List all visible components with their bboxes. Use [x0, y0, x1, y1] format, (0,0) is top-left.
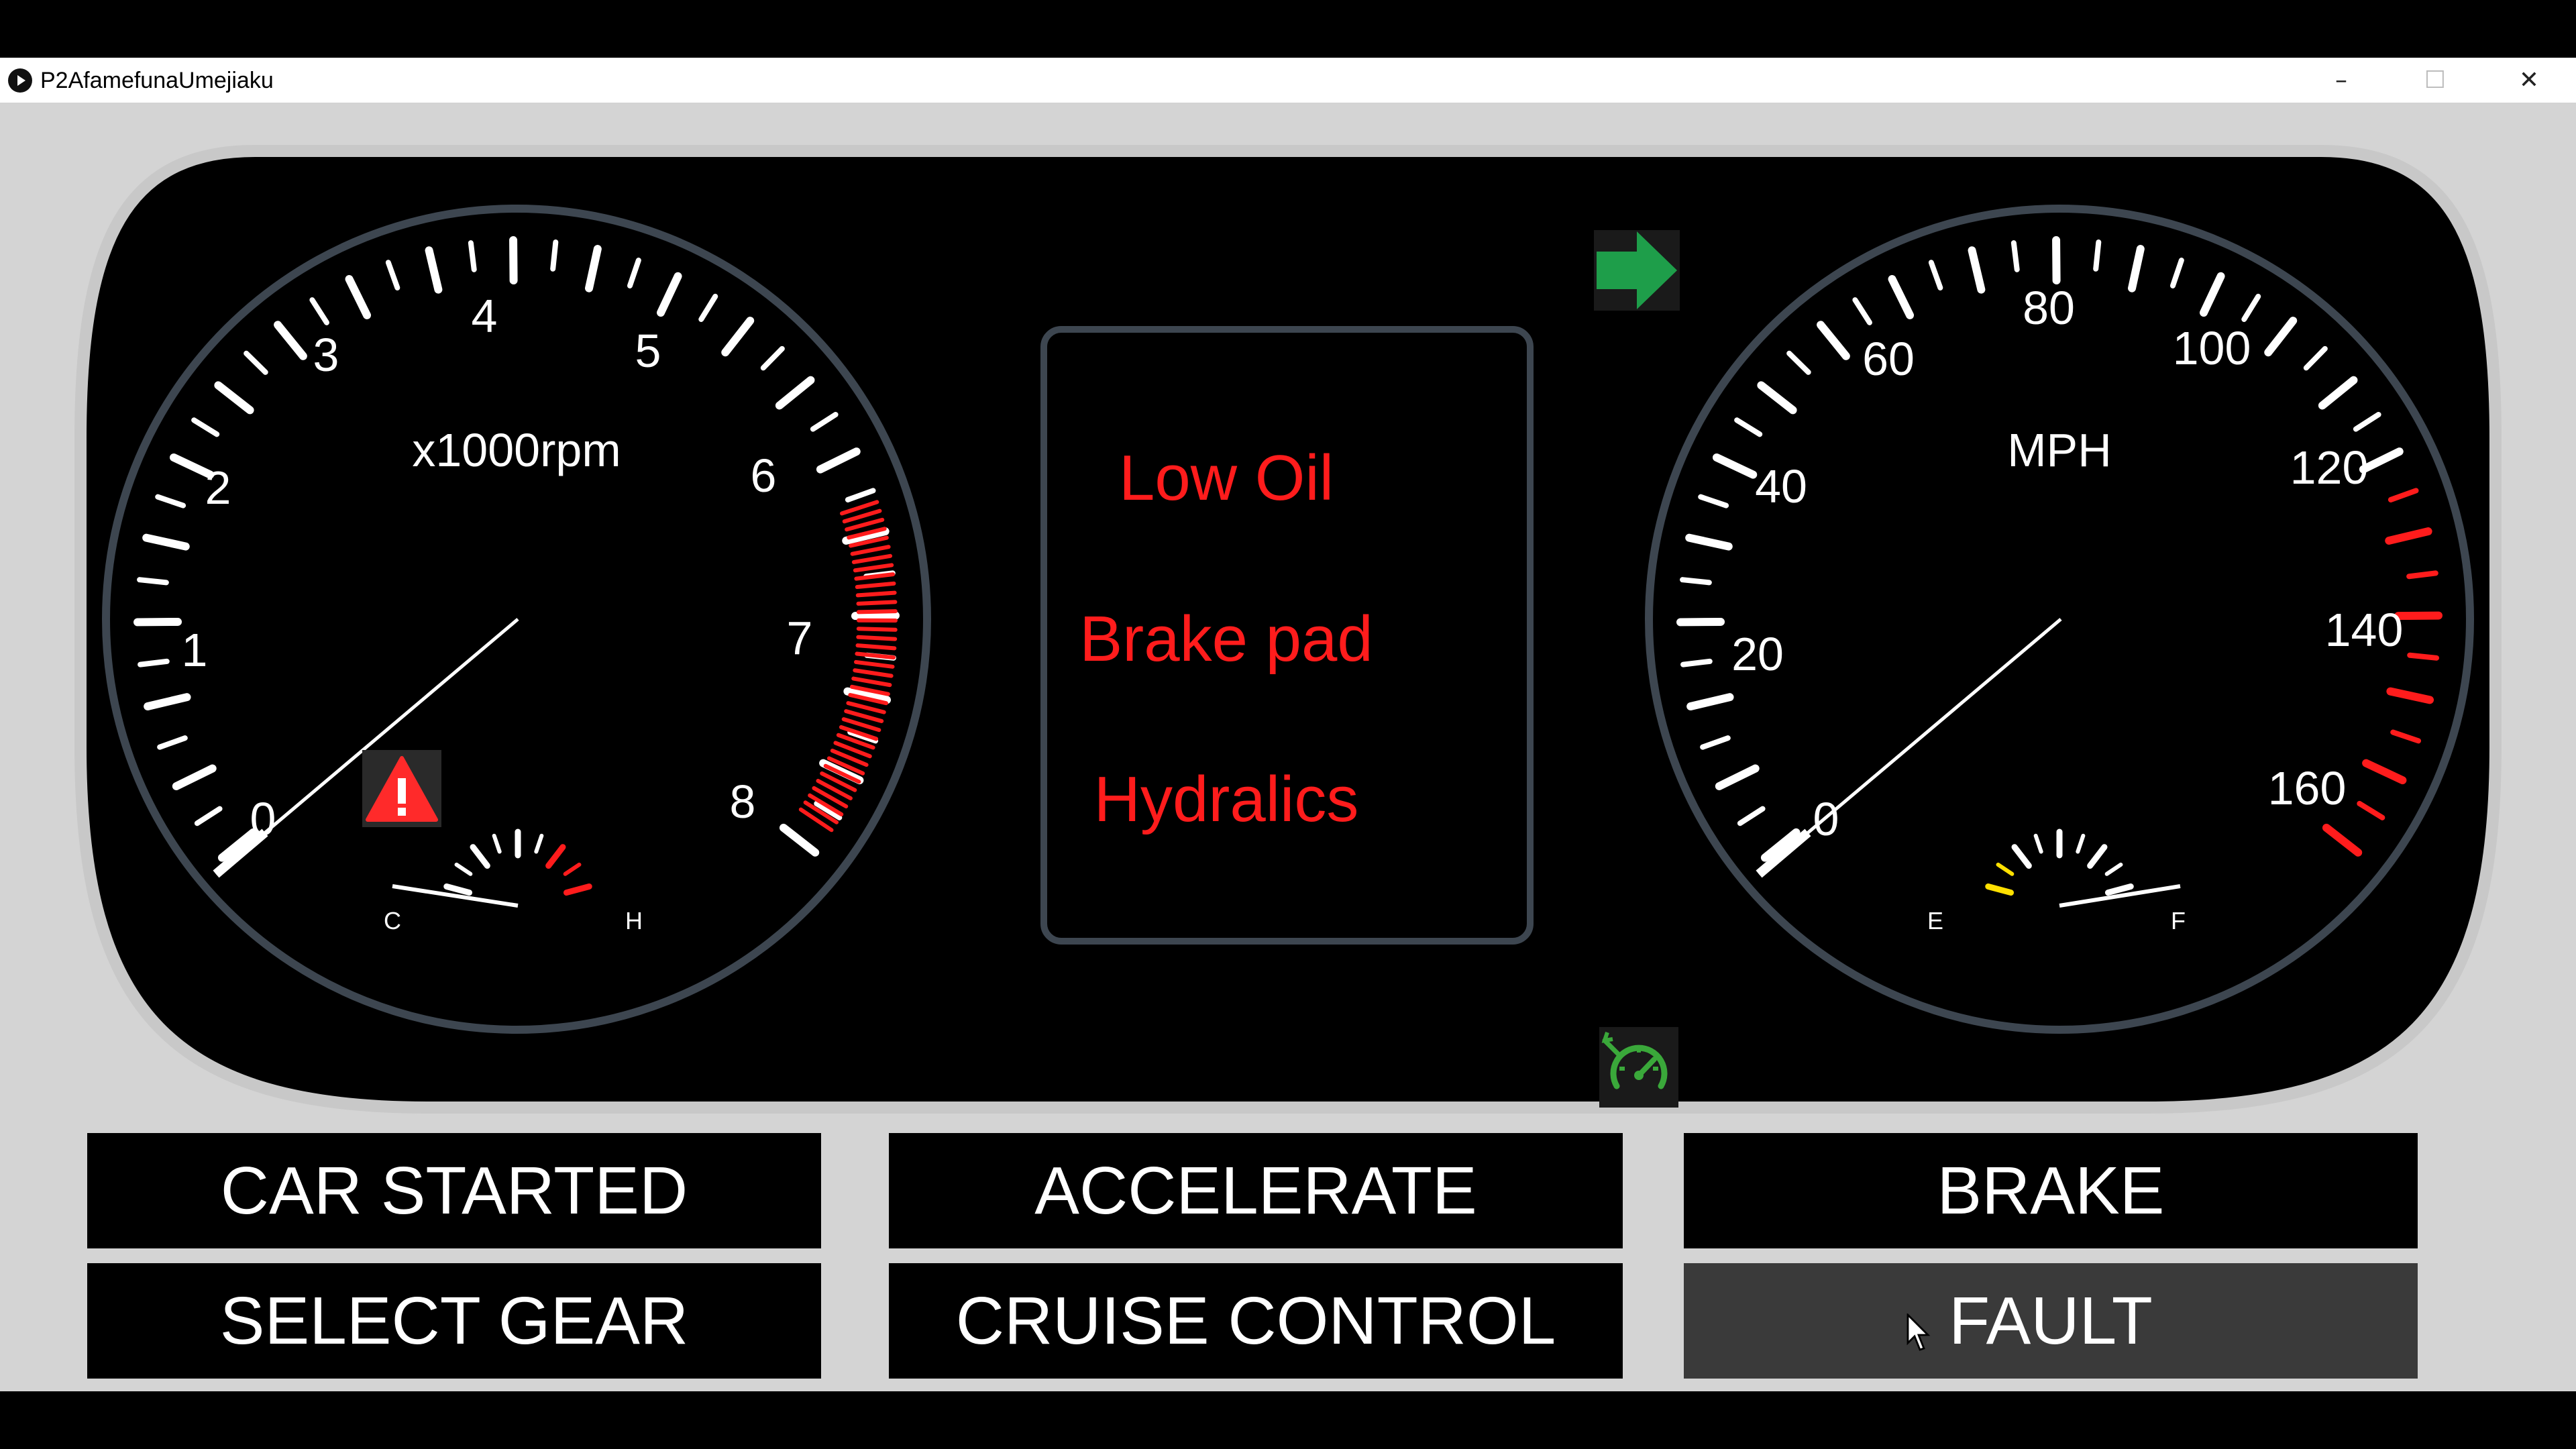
- warning-triangle-icon: [362, 750, 441, 827]
- redline-segment: [855, 643, 897, 651]
- tach-num-4: 4: [472, 290, 498, 342]
- maximize-button[interactable]: ☐: [2388, 58, 2482, 103]
- tach-unit-label: x1000rpm: [412, 424, 621, 476]
- accelerate-button[interactable]: ACCELERATE: [889, 1133, 1623, 1248]
- gauge-tick: [1680, 658, 1713, 667]
- gauge-tick: [509, 236, 518, 285]
- app-window: P2AfamefunaUmejiaku – ☐ ✕ 0 1 2 3 4 5 6 …: [0, 58, 2576, 1391]
- speed-num-20: 20: [1731, 628, 1784, 680]
- warning-hydralics: Hydralics: [1094, 763, 1359, 835]
- gauge-tick: [2052, 236, 2061, 285]
- temp-hot-label: H: [625, 907, 643, 934]
- title-bar: P2AfamefunaUmejiaku – ☐ ✕: [0, 58, 2576, 103]
- speed-num-40: 40: [1755, 460, 1807, 513]
- speed-num-140: 140: [2325, 604, 2404, 656]
- fuel-full-label: F: [2171, 907, 2186, 934]
- close-button[interactable]: ✕: [2482, 58, 2576, 103]
- car-started-button[interactable]: CAR STARTED: [87, 1133, 821, 1248]
- tach-num-8: 8: [730, 775, 756, 828]
- redline-segment: [856, 635, 898, 641]
- speed-num-60: 60: [1862, 333, 1915, 385]
- redline-segment: [856, 627, 898, 632]
- tach-num-1: 1: [182, 624, 208, 676]
- tach-num-3: 3: [313, 329, 339, 381]
- warning-panel: Low Oil Brake pad Hydralics: [1040, 326, 1534, 945]
- cruise-control-icon: [1599, 1027, 1678, 1108]
- brake-button[interactable]: BRAKE: [1684, 1133, 2418, 1248]
- warning-brake-pad: Brake pad: [1079, 603, 1373, 675]
- gauge-tick: [138, 658, 170, 667]
- gauge-tick: [468, 240, 477, 272]
- gauge-tick: [2093, 239, 2102, 272]
- warning-low-oil: Low Oil: [1119, 442, 1334, 514]
- speed-num-160: 160: [2268, 762, 2347, 814]
- cruise-control-button[interactable]: CRUISE CONTROL: [889, 1263, 1623, 1379]
- tach-num-6: 6: [751, 449, 777, 502]
- minimize-button[interactable]: –: [2294, 58, 2388, 103]
- temp-cold-label: C: [384, 907, 401, 934]
- gauge-tick: [550, 239, 559, 272]
- right-arrow-icon: [1594, 230, 1680, 311]
- tach-num-5: 5: [635, 325, 661, 377]
- speed-num-80: 80: [2023, 282, 2075, 334]
- tach-num-2: 2: [205, 462, 231, 514]
- gauge-tick: [2010, 240, 2020, 272]
- redline-segment: [855, 590, 897, 598]
- fault-button[interactable]: FAULT: [1684, 1263, 2418, 1379]
- select-gear-button[interactable]: SELECT GEAR: [87, 1263, 821, 1379]
- redline-segment: [856, 609, 898, 614]
- mouse-cursor-icon: [1907, 1313, 1931, 1351]
- gauge-tick: [2406, 570, 2438, 580]
- fuel-empty-label: E: [1927, 907, 1943, 934]
- window-title: P2AfamefunaUmejiaku: [40, 68, 274, 93]
- tach-num-7: 7: [787, 612, 813, 664]
- gauge-tick: [137, 577, 169, 586]
- cluster-svg: 0 1 2 3 4 5 6 7 8 x1000rpm C H Low Oil B…: [74, 145, 2502, 1114]
- redline-segment: [856, 600, 898, 606]
- instrument-cluster: 0 1 2 3 4 5 6 7 8 x1000rpm C H Low Oil B…: [0, 103, 2576, 1176]
- gauge-tick: [2407, 652, 2440, 661]
- speed-unit-label: MPH: [2007, 424, 2112, 476]
- speed-num-120: 120: [2290, 441, 2369, 494]
- gauge-tick: [1680, 577, 1712, 586]
- speed-num-100: 100: [2173, 322, 2251, 374]
- app-play-icon: [8, 68, 32, 93]
